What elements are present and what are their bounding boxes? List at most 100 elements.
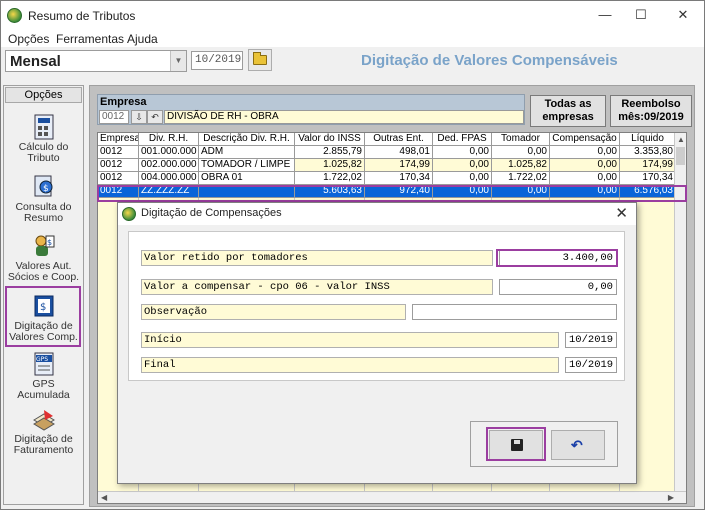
inicio-field[interactable]: 10/2019 — [565, 332, 617, 348]
table-row[interactable]: 0012 001.000.000 ADM 2.855,79 498,01 0,0… — [98, 146, 686, 159]
cell-compensacao: 0,00 — [550, 172, 620, 185]
billing-icon — [32, 406, 55, 432]
partners-icon: $ — [33, 233, 55, 259]
cell-tomador: 1.722,02 — [492, 172, 550, 185]
sidebar-item-label: Consulta do Resumo — [15, 201, 72, 224]
dialog-title: Digitação de Compensações — [141, 207, 282, 219]
valor-compensar-label: Valor a compensar - cpo 06 - valor INSS — [141, 279, 493, 295]
reembolso-button[interactable]: Reembolso mês:09/2019 — [610, 95, 692, 127]
reembolso-label: Reembolso mês:09/2019 — [618, 98, 684, 123]
scroll-left-icon[interactable]: ◀ — [101, 493, 107, 502]
query-icon: $ — [33, 174, 55, 200]
col-compensacao[interactable]: Compensação — [550, 133, 620, 146]
cell-outras-ent: 174,99 — [365, 159, 433, 172]
observacao-field[interactable] — [412, 304, 617, 320]
gps-icon: GPS — [33, 351, 55, 377]
table-row[interactable]: 0012 004.000.000 OBRA 01 1.722,02 170,34… — [98, 172, 686, 185]
sidebar-item-faturamento[interactable]: Digitação de Faturamento — [6, 406, 81, 456]
sidebar-item-calculo[interactable]: Cálculo do Tributo — [6, 114, 81, 164]
cell-liquido: 3.353,80 — [620, 146, 676, 159]
cell-empresa: 0012 — [98, 146, 139, 159]
toolbar: Mensal ▼ 10/2019 Digitação de Valores Co… — [1, 47, 704, 77]
observacao-label: Observação — [141, 304, 406, 320]
download-icon[interactable]: ⇩ — [131, 110, 147, 124]
app-icon — [122, 207, 136, 221]
table-row[interactable]: 0012 002.000.000 TOMADOR / LIMPE 1.025,8… — [98, 159, 686, 172]
cell-empresa: 0012 — [98, 159, 139, 172]
cell-valor-inss: 1.025,82 — [295, 159, 365, 172]
period-type-value: Mensal — [10, 53, 61, 70]
empresa-panel: Empresa 0012 ⇩ ↶ DIVISÃO DE RH - OBRA — [97, 94, 525, 125]
sidebar-item-consulta[interactable]: $ Consulta do Resumo — [6, 174, 81, 224]
scroll-thumb[interactable] — [676, 147, 685, 165]
cell-valor-inss: 2.855,79 — [295, 146, 365, 159]
svg-text:GPS: GPS — [36, 356, 48, 363]
page-title: Digitação de Valores Compensáveis — [361, 52, 618, 69]
menu-ferramentas[interactable]: Ferramentas — [56, 32, 124, 46]
col-valor-inss[interactable]: Valor do INSS — [295, 133, 365, 146]
svg-text:$: $ — [43, 184, 49, 194]
col-outras-ent[interactable]: Outras Ent. — [365, 133, 433, 146]
month-input[interactable]: 10/2019 — [191, 51, 243, 70]
col-tomador[interactable]: Tomador — [492, 133, 550, 146]
compensacoes-dialog: Digitação de Compensações ✕ Valor retido… — [117, 202, 637, 484]
selected-row-highlight — [97, 185, 687, 202]
cell-liquido: 174,99 — [620, 159, 676, 172]
cell-div-rh: 002.000.000 — [139, 159, 199, 172]
col-div-rh[interactable]: Div. R.H. — [139, 133, 199, 146]
sidebar-item-gps[interactable]: GPS GPS Acumulada — [6, 351, 81, 401]
col-ded-fpas[interactable]: Ded. FPAS — [433, 133, 492, 146]
scroll-up-icon[interactable]: ▲ — [677, 135, 685, 144]
col-liquido[interactable]: Líquido — [620, 133, 676, 146]
cell-valor-inss: 1.722,02 — [295, 172, 365, 185]
sidebar-item-valores-aut[interactable]: $ Valores Aut. Sócios e Coop. — [6, 233, 81, 283]
scroll-right-icon[interactable]: ▶ — [668, 493, 674, 502]
dialog-title-bar: Digitação de Compensações ✕ — [118, 203, 636, 225]
cell-div-rh: 004.000.000 — [139, 172, 199, 185]
cell-tomador: 0,00 — [492, 146, 550, 159]
empresa-code-input[interactable]: 0012 — [99, 110, 129, 124]
cell-div-rh: 001.000.000 — [139, 146, 199, 159]
sidebar-item-label: Cálculo do Tributo — [18, 141, 69, 164]
cell-ded-fpas: 0,00 — [433, 146, 492, 159]
menu-ajuda[interactable]: Ajuda — [127, 32, 158, 46]
empresa-name: DIVISÃO DE RH - OBRA — [164, 110, 524, 124]
valor-compensar-field[interactable]: 0,00 — [499, 279, 617, 295]
close-icon[interactable]: ✕ — [660, 3, 705, 27]
inicio-label: Início — [141, 332, 559, 348]
cell-tomador: 1.025,82 — [492, 159, 550, 172]
cell-liquido: 170,34 — [620, 172, 676, 185]
horizontal-scrollbar[interactable]: ◀ ▶ — [98, 491, 686, 503]
cell-descricao: ADM — [199, 146, 295, 159]
svg-text:$: $ — [47, 238, 52, 247]
final-label: Final — [141, 357, 559, 373]
todas-empresas-button[interactable]: Todas as empresas — [530, 95, 606, 127]
chevron-down-icon[interactable]: ▼ — [170, 51, 186, 71]
undo-icon[interactable]: ↶ — [147, 110, 163, 124]
sidebar-item-label: GPS Acumulada — [17, 378, 70, 401]
undo-icon: ↶ — [571, 437, 583, 453]
sidebar-selection-highlight — [5, 286, 81, 347]
calculator-icon — [33, 114, 55, 140]
title-bar: Resumo de Tributos — ☐ ✕ — [1, 1, 704, 29]
sidebar-item-label: Valores Aut. Sócios e Coop. — [7, 260, 80, 283]
sidebar-item-label: Digitação de Faturamento — [13, 433, 74, 456]
period-type-select[interactable]: Mensal ▼ — [5, 50, 187, 72]
maximize-icon[interactable]: ☐ — [618, 3, 664, 27]
cell-descricao: OBRA 01 — [199, 172, 295, 185]
menu-bar: Opções Ferramentas Ajuda — [1, 29, 704, 47]
folder-icon — [253, 52, 267, 65]
col-descricao[interactable]: Descrição Div. R.H. — [199, 133, 295, 146]
undo-button[interactable]: ↶ — [551, 430, 605, 460]
menu-opcoes[interactable]: Opções — [8, 32, 49, 46]
cell-outras-ent: 498,01 — [365, 146, 433, 159]
cell-empresa: 0012 — [98, 172, 139, 185]
close-icon[interactable]: ✕ — [615, 204, 628, 222]
cell-descricao: TOMADOR / LIMPE — [199, 159, 295, 172]
cell-outras-ent: 170,34 — [365, 172, 433, 185]
final-field[interactable]: 10/2019 — [565, 357, 617, 373]
cell-ded-fpas: 0,00 — [433, 172, 492, 185]
col-empresa[interactable]: Empresa — [98, 133, 139, 146]
open-folder-button[interactable] — [248, 49, 272, 71]
sidebar-header: Opções — [5, 87, 82, 103]
